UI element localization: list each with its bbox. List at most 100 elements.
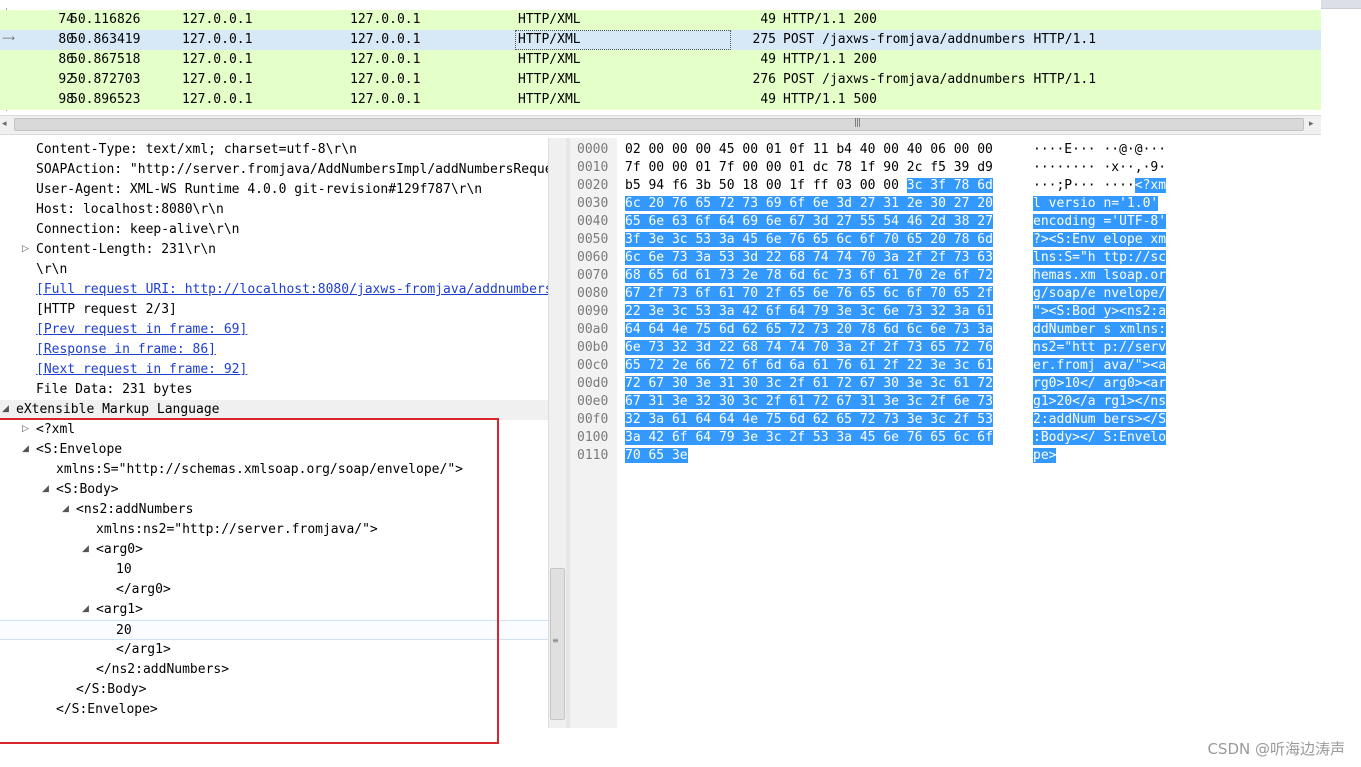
tree-link[interactable]: [Next request in frame: 92] [36,362,247,377]
tree-item[interactable]: File Data: 231 bytes [0,380,548,400]
tree-item[interactable]: xmlns:S="http://schemas.xmlsoap.org/soap… [0,460,548,480]
packet-row[interactable]: 80 50.863419 127.0.0.1 127.0.0.1 HTTP/XML 275… [0,30,1321,50]
ascii-bytes[interactable]: pe> [1033,448,1057,463]
packet-list-horizontal-scrollbar[interactable]: ◂ ||| ▸ [0,115,1321,135]
tree-link[interactable]: [Response in frame: 86] [36,342,216,357]
packet-src-cell: 127.0.0.1 [182,12,253,27]
focus-cell-outline [515,30,731,50]
tree-item[interactable]: Connection: keep-alive\r\n [0,220,548,240]
hex-bytes[interactable]: 32 3a 61 64 64 4e 75 6d 62 65 72 73 3e 3… [625,412,993,427]
ascii-bytes[interactable]: ns2="htt p://serv [1033,340,1167,355]
tree-item-label: SOAPAction: "http://server.fromjava/AddN… [36,162,548,177]
tree-item[interactable]: [Prev request in frame: 69] [0,320,548,340]
packet-details-tree[interactable]: Content-Type: text/xml; charset=utf-8\r\… [0,138,548,738]
tree-item[interactable]: xmlns:ns2="http://server.fromjava/"> [0,520,548,540]
hex-bytes[interactable]: 02 00 00 00 45 00 01 0f 11 b4 40 00 40 0… [625,142,993,157]
tree-item[interactable]: ◢ <S:Envelope [0,440,548,460]
tree-item[interactable]: [Full request URI: http://localhost:8080… [0,280,548,300]
tree-link[interactable]: [Prev request in frame: 69] [36,322,247,337]
ascii-bytes[interactable]: ···;P··· ····<?xm [1033,178,1167,193]
tree-item[interactable]: ◢ <ns2:addNumbers [0,500,548,520]
hex-bytes[interactable]: 67 31 3e 32 30 3c 2f 61 72 67 31 3e 3c 2… [625,394,993,409]
tree-link[interactable]: [Full request URI: http://localhost:8080… [36,282,548,297]
ascii-bytes[interactable]: 2:addNum bers></S [1033,412,1167,427]
ascii-bytes[interactable]: lns:S="h ttp://sc [1033,250,1167,265]
tree-item-label: Host: localhost:8080\r\n [36,202,224,217]
tree-item[interactable]: ▷ <?xml [0,420,548,440]
collapse-arrow-icon[interactable]: ◢ [22,444,29,454]
tree-item[interactable]: \r\n [0,260,548,280]
hex-bytes[interactable]: 3f 3e 3c 53 3a 45 6e 76 65 6c 6f 70 65 2… [625,232,993,247]
scroll-right-arrow-icon[interactable]: ▸ [1309,119,1314,129]
collapse-arrow-icon[interactable]: ◢ [82,604,89,614]
hex-bytes[interactable]: 6c 6e 73 3a 53 3d 22 68 74 74 70 3a 2f 2… [625,250,993,265]
hex-bytes[interactable]: b5 94 f6 3b 50 18 00 1f ff 03 00 00 3c 3… [625,178,993,193]
ascii-bytes[interactable]: "><S:Bod y><ns2:a [1033,304,1167,319]
collapse-arrow-icon[interactable]: ◢ [42,484,49,494]
hex-bytes[interactable]: 70 65 3e [625,448,688,463]
horizontal-scroll-thumb[interactable] [14,118,1304,131]
tree-item[interactable]: ◢ eXtensible Markup Language [0,400,548,420]
tree-item[interactable]: ◢ <S:Body> [0,480,548,500]
hex-bytes[interactable]: 3a 42 6f 64 79 3e 3c 2f 53 3a 45 6e 76 6… [625,430,993,445]
hex-bytes[interactable]: 65 72 2e 66 72 6f 6d 6a 61 76 61 2f 22 3… [625,358,993,373]
ascii-bytes[interactable]: rg0>10</ arg0><ar [1033,376,1167,391]
ascii-bytes[interactable]: er.fromj ava/"><a [1033,358,1167,373]
tree-item-label: <S:Envelope [36,442,123,457]
packet-row[interactable]: 86 50.867518 127.0.0.1 127.0.0.1 HTTP/XML 49 H… [0,50,1321,70]
tree-item[interactable]: </ns2:addNumbers> [0,660,548,680]
hex-bytes[interactable]: 64 64 4e 75 6d 62 65 72 73 20 78 6d 6c 6… [625,322,993,337]
ascii-bytes[interactable]: encoding ='UTF-8' [1033,214,1167,229]
ascii-bytes[interactable]: ····E··· ··@·@··· [1033,142,1166,157]
hex-bytes[interactable]: 22 3e 3c 53 3a 42 6f 64 79 3e 3c 6e 73 3… [625,304,993,319]
tree-item[interactable]: ◢ <arg1> [0,600,548,620]
tree-item[interactable]: User-Agent: XML-WS Runtime 4.0.0 git-rev… [0,180,548,200]
tree-item[interactable]: [HTTP request 2/3] [0,300,548,320]
ascii-bytes[interactable]: ?><S:Env elope xm [1033,232,1167,247]
ascii-bytes[interactable]: ddNumber s xmlns: [1033,322,1167,337]
scroll-left-arrow-icon[interactable]: ◂ [2,119,7,129]
hex-bytes[interactable]: 72 67 30 3e 31 30 3c 2f 61 72 67 30 3e 3… [625,376,993,391]
hex-bytes[interactable]: 67 2f 73 6f 61 70 2f 65 6e 76 65 6c 6f 7… [625,286,993,301]
ascii-bytes[interactable]: ········ ·x··,·9· [1033,160,1166,175]
ascii-bytes[interactable]: g1>20</a rg1></ns [1033,394,1167,409]
details-vertical-scrollbar[interactable]: ≡ [548,138,566,728]
ascii-bytes[interactable]: :Body></ S:Envelo [1033,430,1167,445]
tree-item[interactable]: [Next request in frame: 92] [0,360,548,380]
tree-item-label: User-Agent: XML-WS Runtime 4.0.0 git-rev… [36,182,483,197]
tree-item[interactable]: Content-Type: text/xml; charset=utf-8\r\… [0,140,548,160]
tree-item[interactable]: </arg0> [0,580,548,600]
tree-item[interactable]: 10 [0,560,548,580]
hex-bytes[interactable]: 6c 20 76 65 72 73 69 6f 6e 3d 27 31 2e 3… [625,196,993,211]
tree-item[interactable]: ▷ Content-Length: 231\r\n [0,240,548,260]
ascii-bytes[interactable]: l versio n='1.0' [1033,196,1159,211]
packet-row[interactable]: 74 50.116826 127.0.0.1 127.0.0.1 HTTP/XML 49 H… [0,10,1321,30]
ascii-bytes[interactable]: g/soap/e nvelope/ [1033,286,1167,301]
hex-bytes[interactable]: 65 6e 63 6f 64 69 6e 67 3d 27 55 54 46 2… [625,214,993,229]
collapse-arrow-icon[interactable]: ◢ [82,544,89,554]
ascii-bytes[interactable]: hemas.xm lsoap.or [1033,268,1167,283]
expand-arrow-icon[interactable]: ▷ [22,424,29,434]
hex-bytes[interactable]: 68 65 6d 61 73 2e 78 6d 6c 73 6f 61 70 2… [625,268,993,283]
tree-item[interactable]: Host: localhost:8080\r\n [0,200,548,220]
hex-bytes[interactable]: 7f 00 00 01 7f 00 00 01 dc 78 1f 90 2c f… [625,160,993,175]
packet-list[interactable]: 74 50.116826 127.0.0.1 127.0.0.1 HTTP/XML 49 H… [0,0,1321,115]
tree-item[interactable]: </arg1> [0,640,548,660]
tree-item[interactable]: 20 [0,620,548,640]
tree-item[interactable]: </S:Body> [0,680,548,700]
tree-item-label: <?xml [36,422,76,437]
packet-len-cell: 49 [760,52,776,67]
tree-item[interactable]: [Response in frame: 86] [0,340,548,360]
hex-offset: 0040 [577,214,609,229]
collapse-arrow-icon[interactable]: ◢ [62,504,69,514]
packet-row[interactable]: 92 50.872703 127.0.0.1 127.0.0.1 HTTP/XML 276… [0,70,1321,90]
tree-item[interactable]: ◢ <arg0> [0,540,548,560]
packet-row[interactable]: 98 50.896523 127.0.0.1 127.0.0.1 HTTP/XML 49 H… [0,90,1321,110]
packet-bytes-pane[interactable]: 0000 02 00 00 00 45 00 01 0f 11 b4 40 00 … [570,138,1361,738]
hex-bytes[interactable]: 6e 73 32 3d 22 68 74 74 70 3a 2f 2f 73 6… [625,340,993,355]
tree-item-label: </arg0> [116,582,171,597]
tree-item[interactable]: SOAPAction: "http://server.fromjava/AddN… [0,160,548,180]
collapse-arrow-icon[interactable]: ◢ [2,404,9,414]
tree-item[interactable]: </S:Envelope> [0,700,548,720]
expand-arrow-icon[interactable]: ▷ [22,244,29,254]
